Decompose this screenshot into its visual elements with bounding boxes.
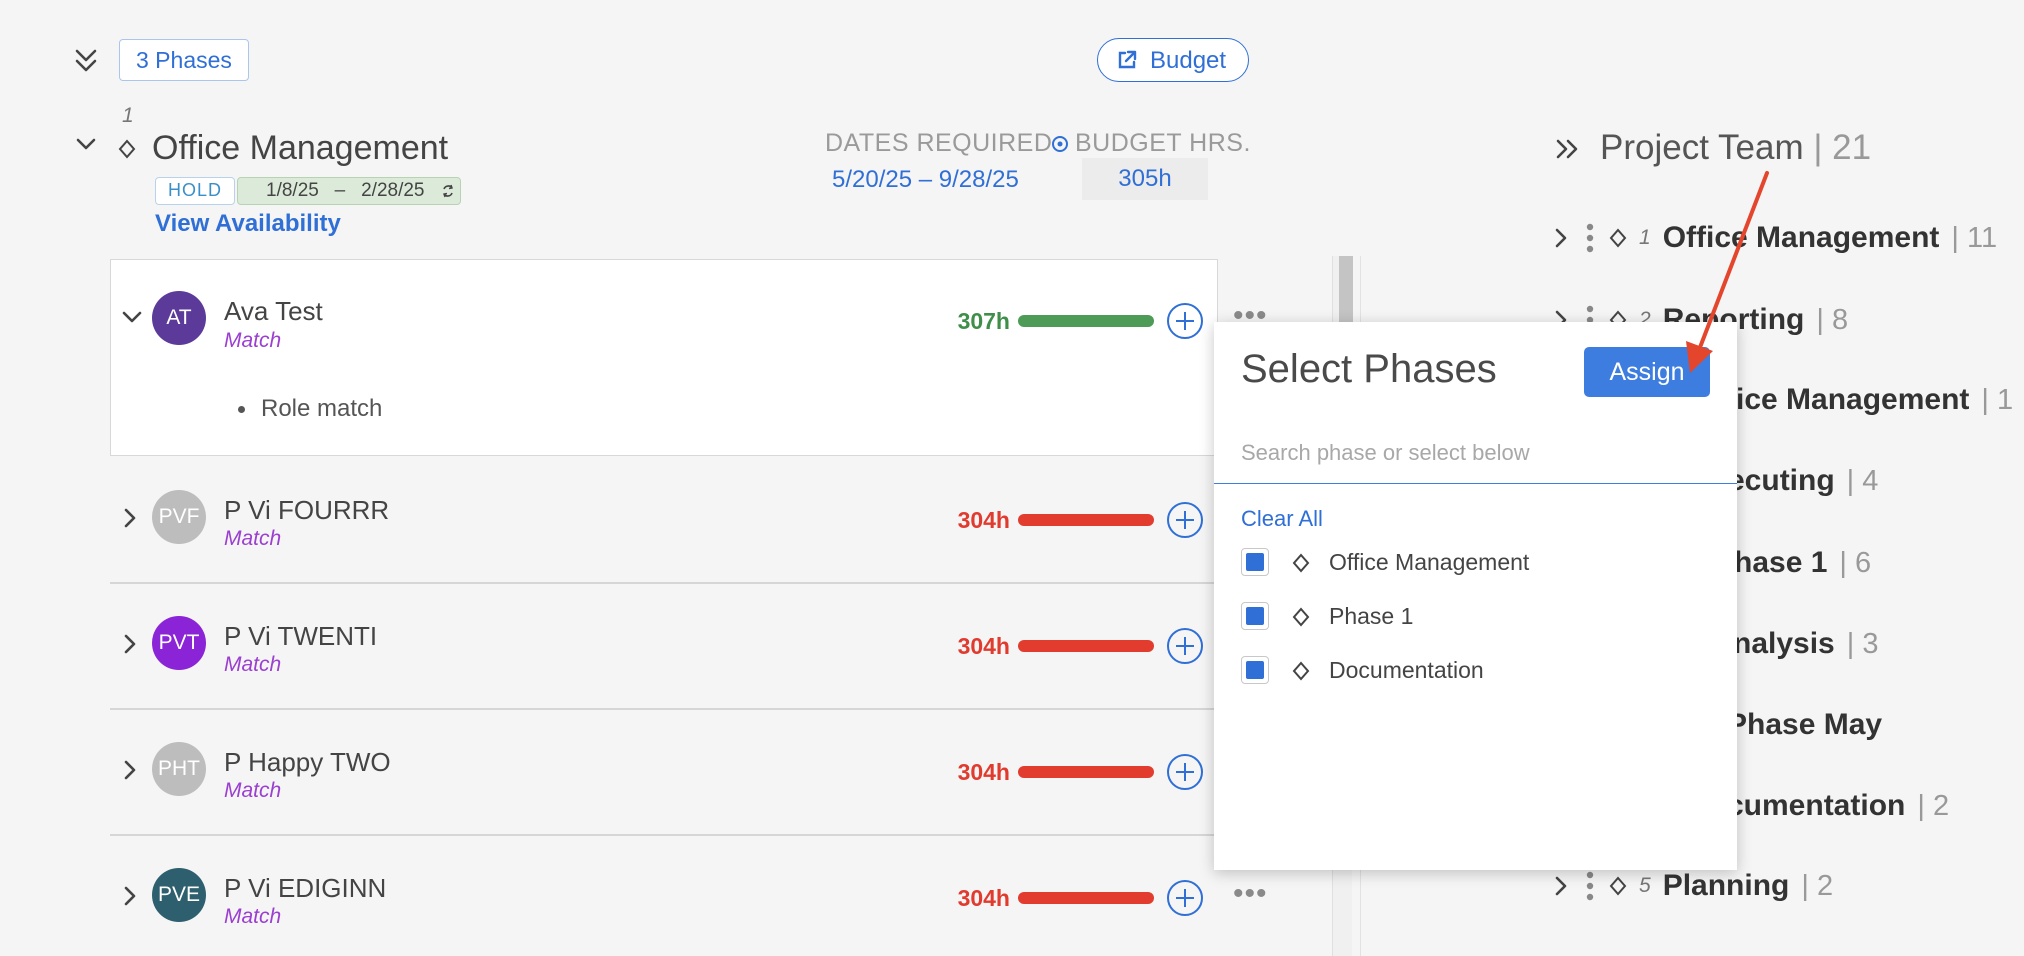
phases-count-button[interactable]: 3 Phases <box>119 39 249 81</box>
select-phases-popover: Select Phases Assign Clear All Office Ma… <box>1214 322 1737 870</box>
member-match-label: Match <box>224 527 282 550</box>
avatar: PVT <box>152 616 206 670</box>
double-chevron-down-icon <box>75 49 97 72</box>
phase-date-range[interactable]: 1/8/25 – 2/28/25 <box>237 177 461 205</box>
member-name[interactable]: Ava Test <box>224 296 323 327</box>
annotation-arrow-icon <box>1686 171 1769 373</box>
chevron-down-icon <box>76 138 96 150</box>
avatar: PVE <box>152 868 206 922</box>
phase-title: Office Management <box>152 129 449 167</box>
phase-diamond-icon <box>1609 876 1627 896</box>
phase-option[interactable]: Office Management <box>1241 542 1529 582</box>
capacity-bar <box>1018 315 1154 327</box>
view-availability-link[interactable]: View Availability <box>155 210 341 238</box>
drag-handle-icon <box>1586 871 1594 901</box>
budget-button-label: Budget <box>1150 46 1227 74</box>
phase-number: 1 <box>122 104 134 127</box>
member-hours: 304h <box>957 633 1010 659</box>
member-name[interactable]: P Vi FOURRR <box>224 495 389 526</box>
expand-panel-button[interactable] <box>1555 138 1581 160</box>
phase-diamond-icon <box>1609 228 1627 248</box>
phase-checkbox[interactable] <box>1241 656 1269 684</box>
phase-option[interactable]: Documentation <box>1241 650 1484 690</box>
team-phase-row[interactable]: 5 Planning | 2 <box>1555 866 1833 906</box>
phase-option[interactable]: Phase 1 <box>1241 596 1413 636</box>
drag-handle-icon <box>1586 223 1594 253</box>
dates-required-value[interactable]: 5/20/25 – 9/28/25 <box>832 166 1019 194</box>
chevron-right-icon <box>124 508 136 528</box>
phase-diamond-icon <box>1292 553 1310 573</box>
member-match-label: Match <box>224 329 282 352</box>
sync-icon <box>443 184 453 198</box>
member-name[interactable]: P Happy TWO <box>224 747 391 778</box>
member-hours: 304h <box>957 507 1010 533</box>
team-phase-row[interactable]: cumentation | 2 <box>1727 786 1949 826</box>
chevron-right-icon <box>124 760 136 780</box>
member-name[interactable]: P Vi EDIGINN <box>224 873 386 904</box>
budget-hours-value[interactable]: 305h <box>1082 158 1208 200</box>
popover-title: Select Phases <box>1241 347 1497 391</box>
member-hours: 304h <box>957 885 1010 911</box>
phase-diamond-icon <box>118 139 136 159</box>
more-options-icon[interactable]: ••• <box>1233 879 1268 909</box>
add-icon[interactable] <box>1167 628 1203 664</box>
budget-button[interactable]: Budget <box>1097 38 1250 82</box>
chevron-right-icon <box>124 634 136 654</box>
chevron-right-icon <box>124 886 136 906</box>
expand-chevron[interactable] <box>124 886 138 906</box>
role-match-item: Role match <box>238 395 382 423</box>
team-phase-row[interactable]: nalysis | 3 <box>1733 624 1878 664</box>
add-icon[interactable] <box>1167 502 1203 538</box>
member-name[interactable]: P Vi TWENTI <box>224 621 377 652</box>
clear-all-link[interactable]: Clear All <box>1241 506 1323 532</box>
target-icon <box>1052 135 1068 152</box>
row-divider <box>110 582 1218 584</box>
chevron-down-icon <box>122 311 142 323</box>
member-card-expanded <box>110 259 1218 456</box>
double-chevron-right-icon <box>1556 139 1578 159</box>
capacity-bar <box>1018 892 1154 904</box>
collapse-all-button[interactable] <box>74 48 98 74</box>
add-icon[interactable] <box>1167 754 1203 790</box>
status-badge[interactable]: HOLD <box>155 177 236 205</box>
capacity-bar <box>1018 766 1154 778</box>
member-match-label: Match <box>224 779 282 802</box>
add-icon[interactable] <box>1167 303 1203 339</box>
phase-diamond-icon <box>1292 661 1310 681</box>
project-team-title: Project Team | 21 <box>1600 128 1872 167</box>
member-match-label: Match <box>224 905 282 928</box>
team-phase-row[interactable]: ecuting | 4 <box>1728 461 1878 501</box>
expand-chevron[interactable] <box>124 634 138 654</box>
scrollbar-thumb[interactable] <box>1339 256 1353 324</box>
phase-checkbox[interactable] <box>1241 548 1269 576</box>
row-divider <box>110 708 1218 710</box>
avatar: PVF <box>152 490 206 544</box>
expand-chevron[interactable] <box>124 760 138 780</box>
capacity-bar <box>1018 640 1154 652</box>
budget-hours-label: BUDGET HRS. <box>1051 129 1251 158</box>
member-match-label: Match <box>224 653 282 676</box>
phase-search-input[interactable] <box>1214 422 1737 484</box>
add-icon[interactable] <box>1167 880 1203 916</box>
avatar: PHT <box>152 742 206 796</box>
phase-diamond-icon <box>1292 607 1310 627</box>
team-phase-row[interactable]: hase 1 | 6 <box>1734 543 1871 583</box>
chevron-right-icon <box>1555 876 1567 896</box>
external-link-icon <box>1118 50 1137 69</box>
member-hours: 304h <box>957 759 1010 785</box>
team-phase-row[interactable]: Phase May <box>1727 705 1882 745</box>
phase-checkbox[interactable] <box>1241 602 1269 630</box>
dates-required-label: DATES REQUIRED <box>825 129 1053 157</box>
row-divider <box>110 834 1218 836</box>
team-phase-row[interactable]: ffice Management | 1 <box>1716 380 2013 420</box>
chevron-right-icon <box>1555 228 1567 248</box>
avatar: AT <box>152 291 206 345</box>
capacity-bar <box>1018 514 1154 526</box>
expand-chevron[interactable] <box>124 508 138 528</box>
expand-chevron[interactable] <box>122 311 142 325</box>
phase-collapse-chevron[interactable] <box>76 138 96 152</box>
member-hours: 307h <box>957 308 1010 334</box>
